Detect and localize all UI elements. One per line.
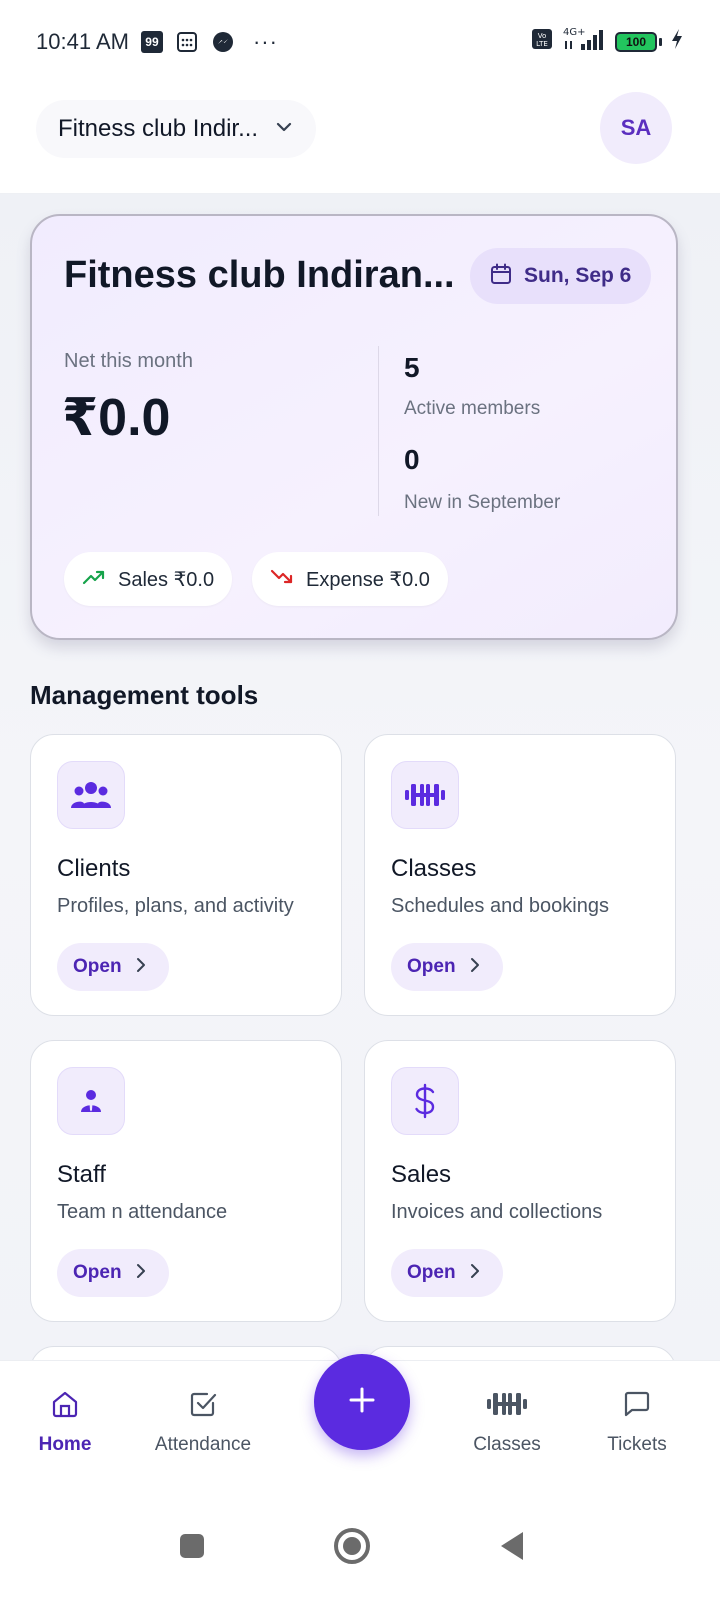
trending-down-icon <box>270 568 294 591</box>
chevron-right-icon <box>134 1263 148 1284</box>
sales-label: Sales ₹0.0 <box>118 568 215 591</box>
avatar-initials: SA <box>620 115 652 140</box>
status-time: 10:41 AM <box>36 29 129 54</box>
nav-label: Home <box>38 1434 92 1455</box>
club-selector[interactable]: Fitness club Indir... <box>36 100 317 158</box>
date-chip-label: Sun, Sep 6 <box>524 264 632 287</box>
chevron-right-icon <box>468 957 482 978</box>
new-members-label: New in September <box>404 492 561 513</box>
summary-title: Fitness club Indiran... <box>64 254 455 296</box>
calculator-icon <box>175 30 199 54</box>
add-fab-button[interactable] <box>314 1354 410 1450</box>
more-notifications-icon: ··· <box>252 29 278 54</box>
active-members-value: 5 <box>404 352 420 383</box>
calendar-icon <box>490 263 512 290</box>
tool-title: Classes <box>391 855 477 882</box>
nav-label: Classes <box>473 1434 541 1455</box>
club-selector-label: Fitness club Indir... <box>58 115 259 142</box>
active-members-label: Active members <box>404 398 541 419</box>
users-icon <box>57 761 125 829</box>
sales-pill[interactable]: Sales ₹0.0 <box>64 552 233 606</box>
tool-description: Invoices and collections <box>391 1201 603 1223</box>
open-label: Open <box>407 1262 456 1283</box>
charging-icon <box>670 28 684 56</box>
open-label: Open <box>73 956 122 977</box>
expense-pill[interactable]: Expense ₹0.0 <box>252 552 448 606</box>
chat-bubble-icon <box>622 1389 652 1424</box>
svg-text:Vo: Vo <box>538 32 547 40</box>
section-title: Management tools <box>30 680 259 710</box>
nav-classes[interactable]: Classes <box>442 1389 572 1456</box>
net-value: ₹0.0 <box>62 389 171 447</box>
summary-card: Fitness club Indiran... Sun, Sep 6 Net t… <box>30 214 678 640</box>
open-label: Open <box>407 956 456 977</box>
dumbbell-icon <box>485 1389 529 1424</box>
nav-label: Tickets <box>607 1434 667 1455</box>
tool-card-clients[interactable]: Clients Profiles, plans, and activity Op… <box>30 734 342 1016</box>
battery-tip <box>659 38 662 46</box>
dumbbell-icon <box>391 761 459 829</box>
open-classes-button[interactable]: Open <box>391 943 503 991</box>
tool-title: Staff <box>57 1161 106 1188</box>
notification-badge-icon: 99 <box>140 31 163 53</box>
system-nav <box>0 1490 720 1600</box>
tool-card-classes[interactable]: Classes Schedules and bookings Open <box>364 734 676 1016</box>
volte-icon: Vo LTE <box>531 28 553 56</box>
date-chip[interactable]: Sun, Sep 6 <box>470 248 652 304</box>
main-content[interactable]: Fitness club Indiran... Sun, Sep 6 Net t… <box>0 194 720 1394</box>
chevron-down-icon <box>274 117 294 142</box>
stats-divider <box>378 346 379 516</box>
check-square-icon <box>188 1389 218 1424</box>
messenger-icon <box>211 30 235 54</box>
status-bar: 10:41 AM 99 ··· Vo LTE 4G+ 100 <box>0 0 720 84</box>
new-members-value: 0 <box>404 444 420 475</box>
tool-card-sales[interactable]: Sales Invoices and collections Open <box>364 1040 676 1322</box>
expense-label: Expense ₹0.0 <box>306 568 430 591</box>
tool-description: Team n attendance <box>57 1201 228 1223</box>
home-icon <box>50 1389 80 1424</box>
open-clients-button[interactable]: Open <box>57 943 169 991</box>
tool-title: Clients <box>57 855 131 882</box>
battery-icon: 100 <box>615 32 657 52</box>
tool-description: Schedules and bookings <box>391 895 609 917</box>
tool-title: Sales <box>391 1161 452 1188</box>
tool-card-staff[interactable]: Staff Team n attendance Open <box>30 1040 342 1322</box>
svg-text:4G+: 4G+ <box>563 27 586 38</box>
nav-label: Attendance <box>154 1434 252 1455</box>
nav-tickets[interactable]: Tickets <box>572 1389 702 1456</box>
tool-description: Profiles, plans, and activity <box>57 895 294 917</box>
net-label: Net this month <box>64 350 193 372</box>
plus-icon <box>347 1385 377 1420</box>
open-staff-button[interactable]: Open <box>57 1249 169 1297</box>
avatar[interactable]: SA <box>600 92 672 164</box>
open-sales-button[interactable]: Open <box>391 1249 503 1297</box>
open-label: Open <box>73 1262 122 1283</box>
nav-attendance[interactable]: Attendance <box>138 1389 268 1456</box>
home-system-button[interactable] <box>322 1516 382 1576</box>
signal-icon: 4G+ <box>561 26 607 58</box>
svg-text:LTE: LTE <box>536 40 548 48</box>
back-button[interactable] <box>482 1516 542 1576</box>
staff-icon <box>57 1067 125 1135</box>
nav-home[interactable]: Home <box>0 1389 130 1456</box>
app-bar: Fitness club Indir... SA <box>0 84 720 194</box>
chevron-right-icon <box>134 957 148 978</box>
trending-up-icon <box>82 568 106 591</box>
chevron-right-icon <box>468 1263 482 1284</box>
dollar-icon <box>391 1067 459 1135</box>
recent-apps-button[interactable] <box>162 1516 222 1576</box>
